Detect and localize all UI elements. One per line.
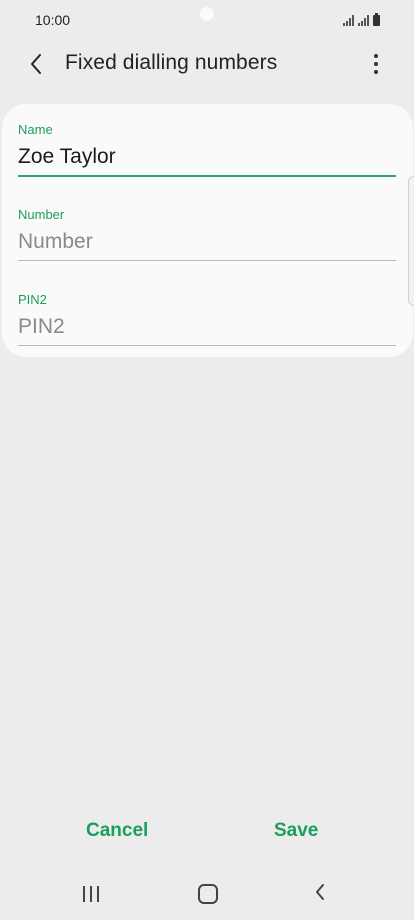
chevron-left-icon bbox=[31, 54, 41, 74]
signal-icon bbox=[343, 15, 354, 26]
pin2-field[interactable]: PIN2 PIN2 bbox=[18, 292, 396, 346]
save-button[interactable]: Save bbox=[274, 820, 318, 842]
number-underline bbox=[18, 260, 396, 261]
battery-icon bbox=[373, 13, 380, 26]
status-time: 10:00 bbox=[35, 12, 71, 28]
cancel-button[interactable]: Cancel bbox=[86, 820, 148, 842]
status-icons bbox=[343, 12, 380, 26]
form-card: Name Zoe Taylor Number Number PIN2 PIN2 bbox=[2, 104, 413, 357]
status-bar: 10:00 bbox=[0, 0, 414, 40]
app-bar: Fixed dialling numbers bbox=[0, 40, 414, 88]
name-input[interactable]: Zoe Taylor bbox=[18, 143, 396, 171]
number-label: Number bbox=[18, 207, 65, 222]
camera-cutout bbox=[200, 7, 214, 21]
number-input[interactable]: Number bbox=[18, 228, 396, 256]
name-underline bbox=[18, 175, 396, 177]
page-title: Fixed dialling numbers bbox=[65, 51, 278, 74]
pin2-label: PIN2 bbox=[18, 292, 47, 307]
name-field[interactable]: Name Zoe Taylor bbox=[18, 122, 396, 177]
back-icon[interactable] bbox=[314, 883, 326, 901]
scroll-indicator[interactable] bbox=[408, 176, 414, 306]
back-button[interactable] bbox=[22, 50, 50, 78]
name-label: Name bbox=[18, 122, 53, 137]
number-field[interactable]: Number Number bbox=[18, 207, 396, 261]
more-options-button[interactable] bbox=[362, 48, 390, 80]
recents-icon[interactable] bbox=[83, 886, 99, 902]
pin2-input[interactable]: PIN2 bbox=[18, 313, 396, 341]
pin2-underline bbox=[18, 345, 396, 346]
navigation-bar bbox=[0, 870, 414, 916]
home-icon[interactable] bbox=[198, 884, 218, 904]
bottom-actions: Cancel Save bbox=[0, 808, 414, 858]
more-vertical-icon bbox=[374, 54, 378, 58]
signal-icon-2 bbox=[358, 15, 369, 26]
